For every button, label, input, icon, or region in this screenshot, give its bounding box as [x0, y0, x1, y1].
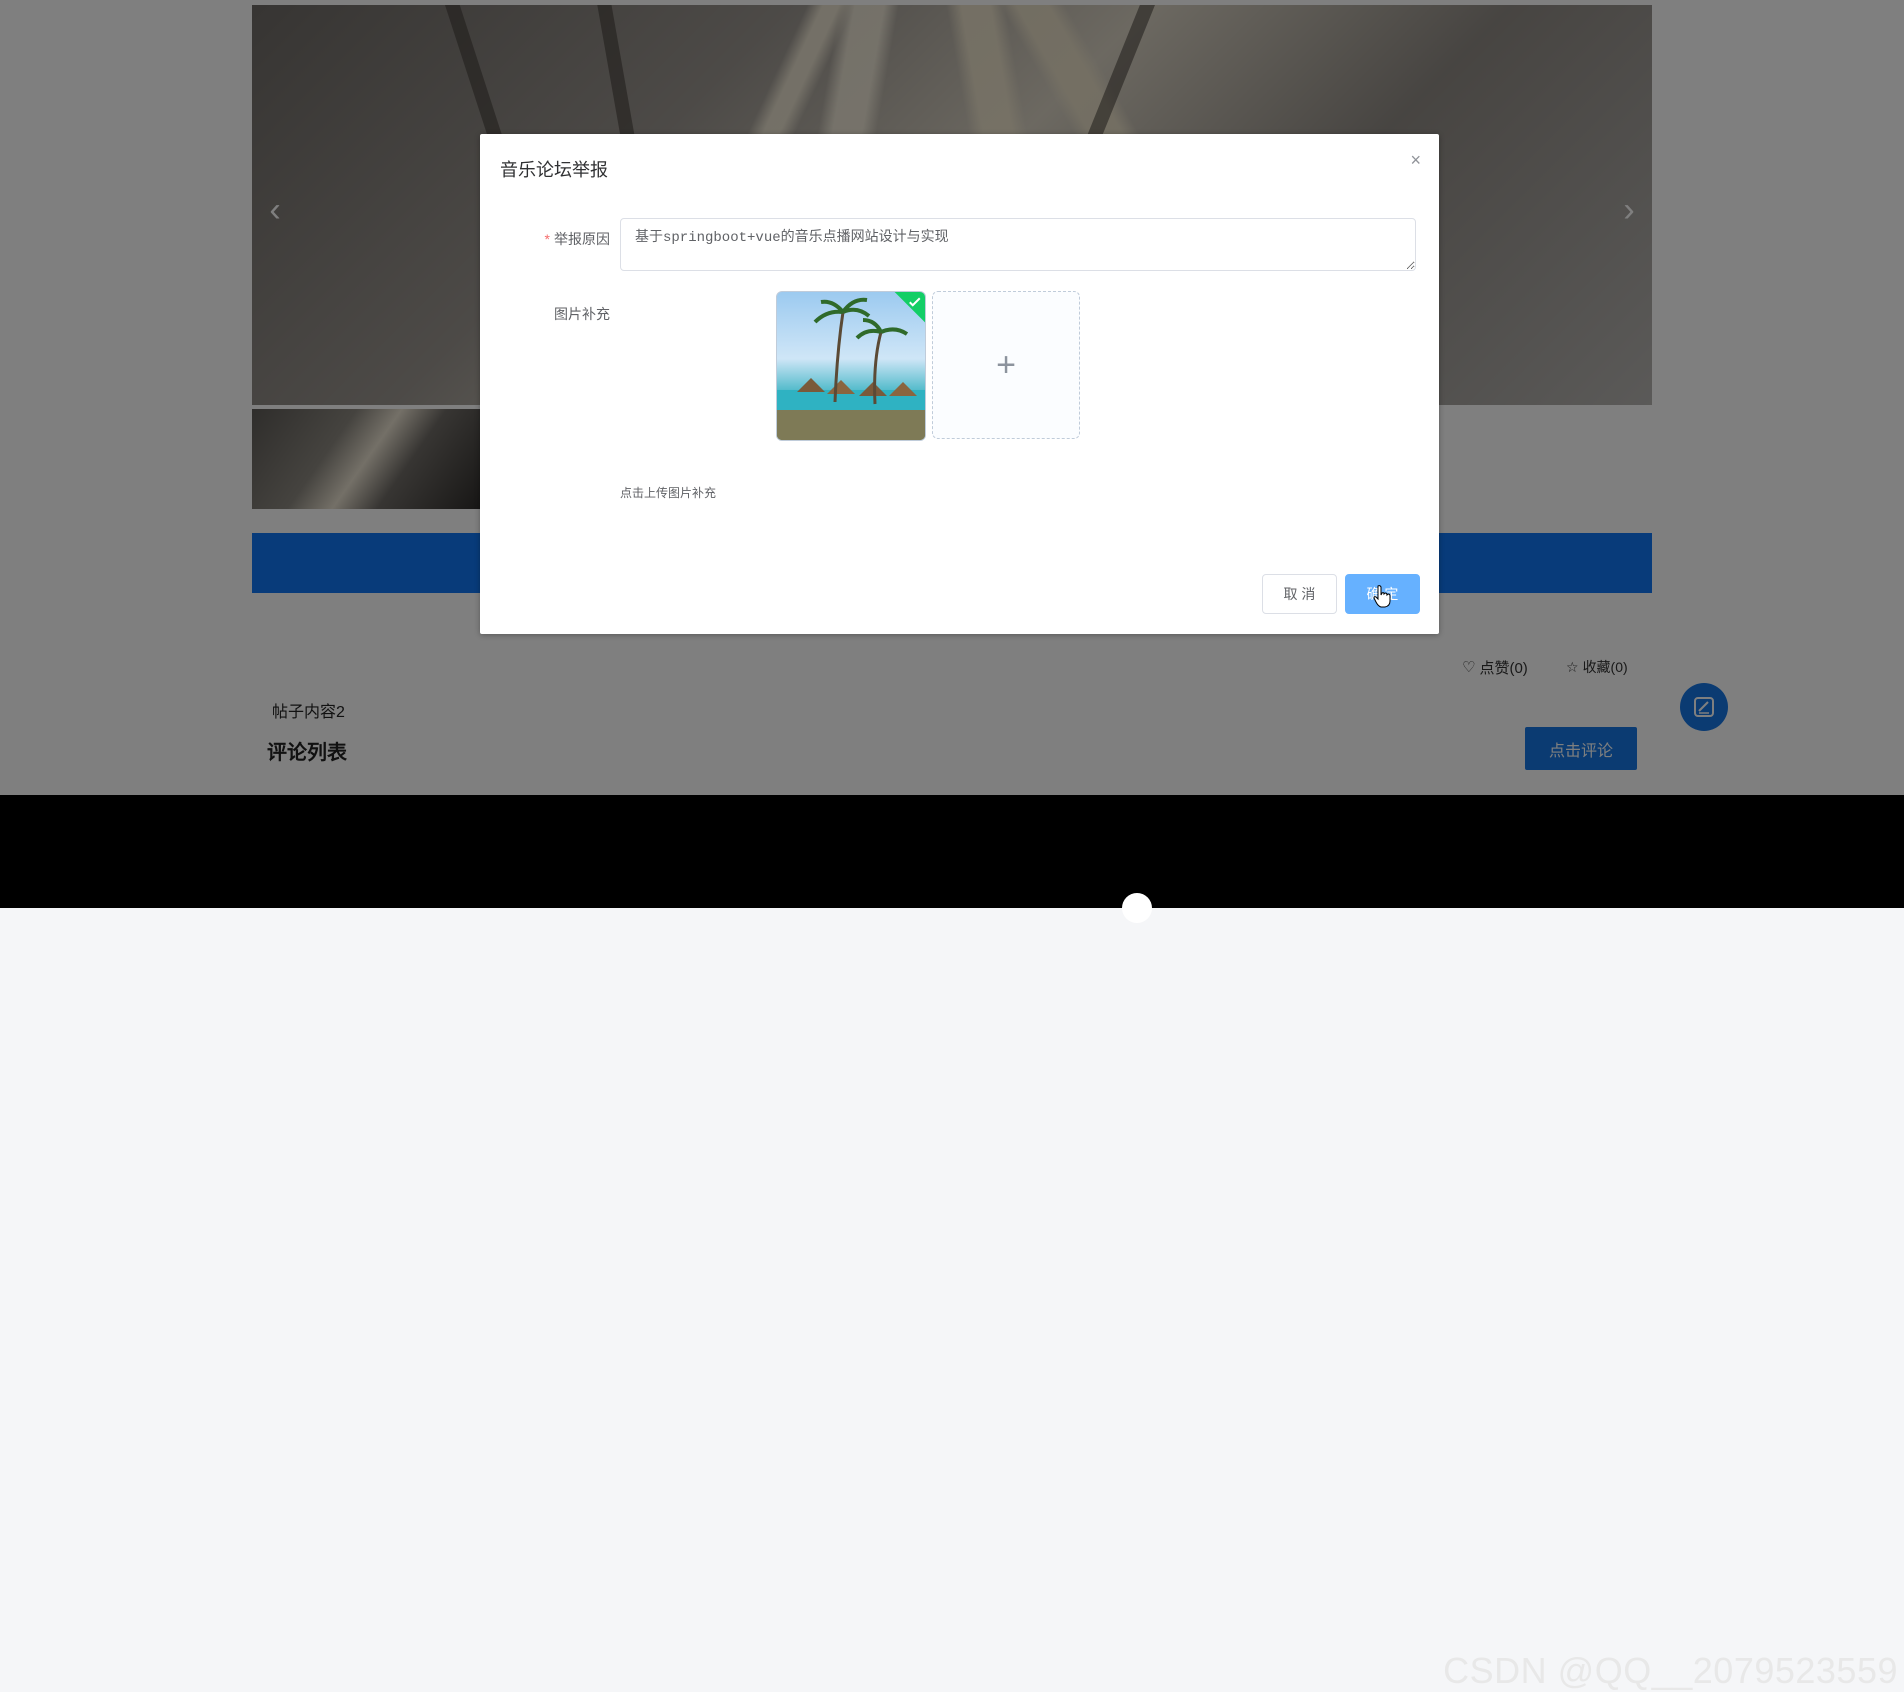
- upload-tip: 点击上传图片补充: [620, 486, 717, 500]
- required-mark: *: [544, 231, 550, 247]
- reason-label-wrap: * 举报原因: [500, 229, 610, 249]
- dialog-title: 音乐论坛举报: [500, 160, 608, 180]
- check-icon: [909, 297, 921, 307]
- upload-add-button[interactable]: +: [932, 291, 1080, 439]
- hand-cursor-icon: [1373, 585, 1391, 608]
- plus-icon: +: [996, 345, 1016, 384]
- reason-textarea[interactable]: 基于springboot+vue的音乐点播网站设计与实现: [620, 218, 1416, 271]
- footer-bag-icon[interactable]: [1122, 893, 1152, 923]
- palm-beach-image: [777, 297, 925, 440]
- images-label: 图片补充: [554, 306, 610, 322]
- watermark: CSDN @QQ__2079523559: [1443, 1650, 1898, 1691]
- report-dialog: 音乐论坛举报 × * 举报原因 基于springboot+vue的音乐点播网站设计…: [480, 134, 1439, 634]
- close-icon[interactable]: ×: [1410, 150, 1421, 171]
- cancel-button[interactable]: 取 消: [1262, 574, 1337, 614]
- uploaded-image-thumbnail[interactable]: [776, 291, 926, 441]
- page-footer: CSDN @QQ__2079523559: [0, 795, 1904, 1691]
- reason-label: 举报原因: [554, 231, 610, 247]
